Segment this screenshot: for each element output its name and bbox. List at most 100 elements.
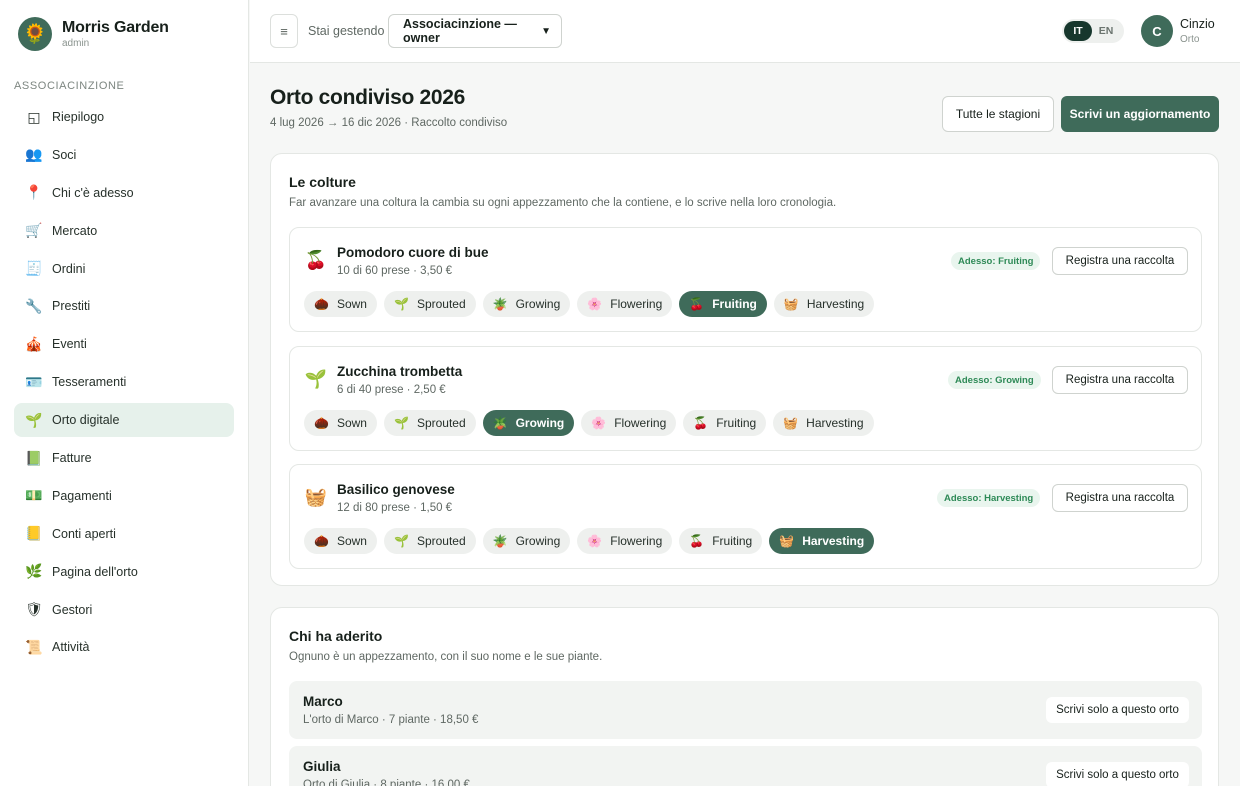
sidebar-item-orto-digitale[interactable]: 🌱 Orto digitale — [14, 403, 234, 438]
stage-sown-icon: 🌰 — [314, 534, 329, 548]
stage-label: Sprouted — [416, 297, 466, 311]
member-meta: Orto di Giulia · 8 piante · 16,00 € — [303, 779, 470, 786]
stage-label: Fruiting — [716, 416, 757, 430]
stage-label: Sown — [336, 416, 367, 430]
crop-icon: 🌱 — [304, 368, 328, 389]
sidebar-item-label: Soci — [52, 147, 77, 162]
page-subtitle: 4 lug 2026 → 16 dic 2026 · Raccolto cond… — [270, 117, 508, 129]
sidebar-item-label: Tesseramenti — [52, 375, 127, 390]
stage-growing-button[interactable]: 🪴 Growing — [482, 291, 571, 317]
soci-icon: 👥 — [25, 146, 43, 163]
fatture-icon: 📗 — [25, 449, 43, 466]
stage-flowering-button[interactable]: 🌸 Flowering — [577, 528, 673, 554]
member-row[interactable]: Giulia Orto di Giulia · 8 piante · 16,00 … — [289, 746, 1202, 786]
lang-en-button[interactable]: EN — [1092, 21, 1120, 41]
stage-sown-button[interactable]: 🌰 Sown — [304, 410, 377, 436]
stage-sown-button[interactable]: 🌰 Sown — [304, 291, 377, 317]
tesseramenti-icon: 🪪 — [25, 373, 43, 390]
orto-digitale-icon: 🌱 — [25, 411, 43, 428]
stage-growing-icon: 🪴 — [492, 416, 508, 430]
stage-sprouted-icon: 🌱 — [393, 416, 409, 430]
stage-harvesting-icon: 🧺 — [783, 416, 799, 430]
sidebar-item-label: Attività — [52, 640, 90, 655]
stage-flowering-icon: 🌸 — [587, 297, 603, 311]
stage-label: Harvesting — [806, 416, 864, 430]
stage-label: Flowering — [614, 416, 667, 430]
riepilogo-icon: ◱ — [27, 108, 41, 125]
stage-fruiting-button[interactable]: 🍒 Fruiting — [679, 291, 767, 317]
chi-ce-adesso-icon: 📍 — [25, 184, 43, 201]
stage-harvesting-button[interactable]: 🧺 Harvesting — [773, 291, 875, 317]
stage-flowering-button[interactable]: 🌸 Flowering — [581, 410, 677, 436]
member-meta: L'orto di Marco · 7 piante · 18,50 € — [303, 714, 479, 726]
crop-row: 🍒 Pomodoro cuore di bue 10 di 60 prese · 3… — [289, 227, 1202, 332]
stage-fruiting-button[interactable]: 🍒 Fruiting — [683, 410, 767, 436]
stage-label: Harvesting — [802, 534, 865, 548]
brand[interactable]: 🌻 Morris Garden admin — [0, 0, 248, 68]
sidebar-item-pagina-orto[interactable]: 🌿 Pagina dell'orto — [14, 555, 234, 589]
stage-selector: 🌰 Sown 🌱 Sprouted 🪴 Growing 🌸 Flowering 🍒 Fruitin… — [304, 291, 881, 317]
stage-label: Harvesting — [806, 297, 865, 311]
sidebar-item-ordini[interactable]: 🧾 Ordini — [14, 252, 234, 286]
stage-label: Growing — [515, 416, 565, 430]
stage-label: Sprouted — [416, 416, 466, 430]
record-harvest-button[interactable]: Registra una raccolta — [1052, 247, 1188, 275]
gestori-icon: 🛡 — [25, 601, 43, 618]
crop-name: Zucchina trombetta — [337, 364, 463, 379]
organization-select[interactable]: Associacinzione — owner ▼ — [388, 14, 562, 48]
stage-growing-button[interactable]: 🪴 Growing — [482, 410, 575, 436]
write-update-button[interactable]: Scrivi un aggiornamento — [1061, 96, 1219, 132]
stage-sprouted-button[interactable]: 🌱 Sprouted — [383, 291, 476, 317]
members-card-title: Chi ha aderito — [289, 628, 383, 644]
managing-label: Stai gestendo — [308, 24, 385, 38]
sidebar-item-gestori[interactable]: 🛡 Gestori — [14, 593, 234, 627]
sidebar-item-label: Eventi — [52, 337, 87, 352]
stage-harvesting-button[interactable]: 🧺 Harvesting — [773, 410, 874, 436]
crop-status-badge: Adesso: Fruiting — [951, 252, 1041, 270]
stage-flowering-icon: 🌸 — [591, 416, 607, 430]
sidebar-item-prestiti[interactable]: 🔧 Prestiti — [14, 289, 234, 323]
sidebar-item-label: Ordini — [52, 261, 86, 276]
record-harvest-button[interactable]: Registra una raccolta — [1052, 366, 1188, 394]
sidebar-item-fatture[interactable]: 📗 Fatture — [14, 441, 234, 475]
stage-selector: 🌰 Sown 🌱 Sprouted 🪴 Growing 🌸 Flowering 🍒 Fruitin… — [304, 528, 881, 554]
sidebar-item-tesseramenti[interactable]: 🪪 Tesseramenti — [14, 365, 234, 399]
menu-toggle-button[interactable]: ≡ — [270, 14, 298, 48]
sidebar-item-mercato[interactable]: 🛒 Mercato — [14, 214, 234, 248]
stage-sown-button[interactable]: 🌰 Sown — [304, 528, 377, 554]
sidebar-item-soci[interactable]: 👥 Soci — [14, 138, 234, 172]
all-seasons-button[interactable]: Tutte le stagioni — [942, 96, 1054, 132]
crop-name: Pomodoro cuore di bue — [337, 245, 489, 260]
crops-card-description: Far avanzare una coltura la cambia su og… — [289, 197, 837, 209]
lang-it-button[interactable]: IT — [1064, 21, 1092, 41]
record-harvest-button[interactable]: Registra una raccolta — [1052, 484, 1188, 512]
stage-sprouted-button[interactable]: 🌱 Sprouted — [383, 410, 476, 436]
stage-growing-button[interactable]: 🪴 Growing — [482, 528, 571, 554]
sidebar-item-pagamenti[interactable]: 💵 Pagamenti — [14, 479, 234, 513]
stage-growing-icon: 🪴 — [492, 297, 508, 311]
sidebar-item-label: Orto digitale — [52, 413, 120, 428]
sidebar-item-conti-aperti[interactable]: 📒 Conti aperti — [14, 517, 234, 551]
stage-label: Growing — [515, 534, 561, 548]
stage-harvesting-button[interactable]: 🧺 Harvesting — [769, 528, 875, 554]
sidebar-nav: ◱ Riepilogo 👥 Soci 📍 Chi c'è adesso 🛒 Mercato 🧾 O… — [0, 100, 248, 664]
write-to-plot-button[interactable]: Scrivi solo a questo orto — [1046, 762, 1189, 786]
stage-sprouted-button[interactable]: 🌱 Sprouted — [383, 528, 476, 554]
member-row[interactable]: Marco L'orto di Marco · 7 piante · 18,50 … — [289, 681, 1202, 739]
sidebar-item-eventi[interactable]: 🎪 Eventi — [14, 327, 234, 361]
crop-icon: 🍒 — [304, 249, 328, 270]
sidebar-item-riepilogo[interactable]: ◱ Riepilogo — [14, 100, 234, 134]
ordini-icon: 🧾 — [25, 260, 43, 277]
crops-card: Le colture Far avanzare una coltura la c… — [270, 153, 1219, 586]
stage-harvesting-icon: 🧺 — [779, 534, 795, 548]
stage-label: Sown — [336, 297, 367, 311]
stage-flowering-button[interactable]: 🌸 Flowering — [577, 291, 673, 317]
user-avatar[interactable]: C — [1141, 15, 1173, 47]
member-name: Giulia — [303, 759, 341, 774]
sidebar-item-label: Chi c'è adesso — [52, 185, 134, 200]
stage-sown-icon: 🌰 — [314, 416, 329, 430]
stage-fruiting-button[interactable]: 🍒 Fruiting — [679, 528, 763, 554]
write-to-plot-button[interactable]: Scrivi solo a questo orto — [1046, 697, 1189, 723]
sidebar-item-attivita[interactable]: 📜 Attività — [14, 630, 234, 664]
sidebar-item-chi-ce-adesso[interactable]: 📍 Chi c'è adesso — [14, 176, 234, 210]
